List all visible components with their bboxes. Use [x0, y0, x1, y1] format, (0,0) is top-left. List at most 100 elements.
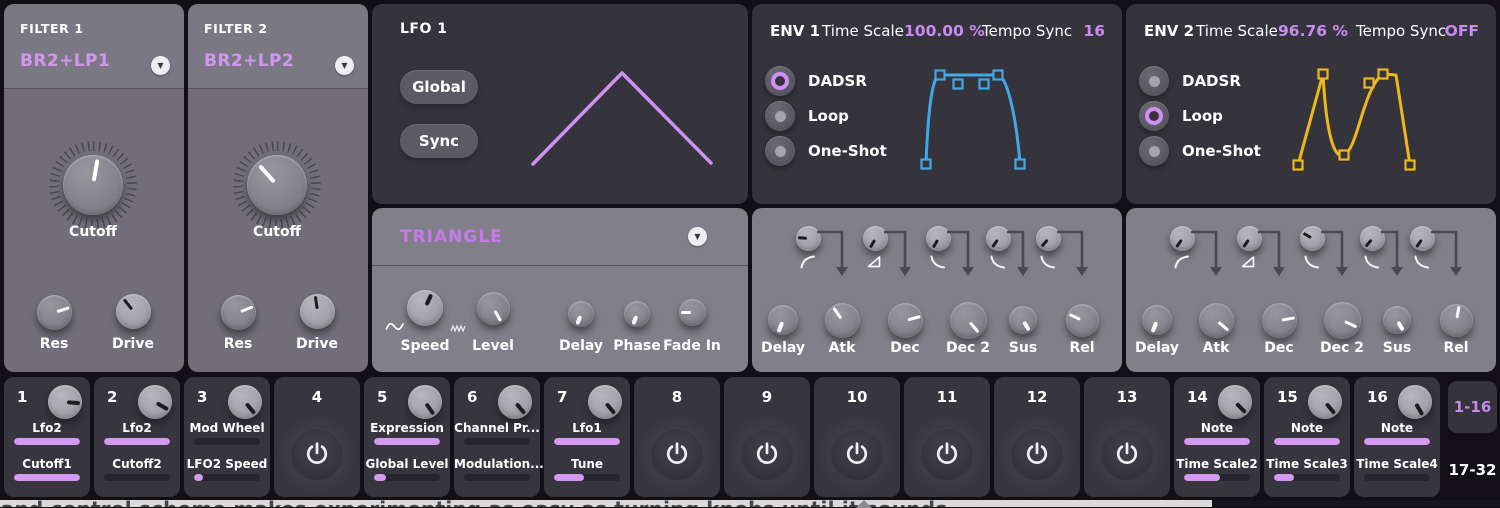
dec-2-knob[interactable] — [950, 302, 987, 339]
macro-slot-amount-slider[interactable] — [104, 474, 170, 481]
phase-knob[interactable] — [624, 301, 650, 327]
filter1-type-dropdown[interactable]: BR2+LP1 — [20, 51, 110, 71]
macro-page-tab-1-16[interactable]: 1-16 — [1448, 381, 1497, 433]
macro-slot-amount-slider[interactable] — [464, 474, 530, 481]
sine-icon — [385, 321, 405, 332]
macro-cell-4: 4 — [274, 377, 360, 497]
knob-label: Cutoff — [253, 224, 301, 240]
macro-slot-amount-slider[interactable] — [374, 474, 440, 481]
rel-knob[interactable] — [1066, 304, 1099, 337]
fade-in-knob[interactable] — [679, 299, 706, 326]
chevron-down-icon[interactable]: ▼ — [688, 227, 707, 246]
rel-knob[interactable] — [1440, 304, 1473, 337]
macro-slot-amount-slider[interactable] — [1274, 438, 1340, 445]
pointer-line — [1325, 403, 1335, 415]
filter1-title: FILTER 1 — [20, 21, 84, 36]
macro-slot-amount-slider[interactable] — [554, 438, 620, 445]
dec-knob[interactable] — [888, 303, 923, 338]
mod-connector-arrow — [1321, 230, 1349, 280]
atk-knob[interactable] — [825, 303, 860, 338]
sus-knob[interactable] — [1383, 306, 1411, 334]
lfo-waveform-display[interactable] — [372, 4, 748, 204]
mod-knob[interactable] — [48, 385, 82, 419]
power-button[interactable] — [741, 428, 793, 480]
sus-knob[interactable] — [1009, 306, 1037, 334]
macro-slot-amount-fill — [374, 474, 386, 481]
macro-slot-amount-slider[interactable] — [194, 438, 260, 445]
macro-page-tab-17-32[interactable]: 17-32 — [1448, 455, 1497, 485]
macro-slot-label: Cutoff1 — [4, 457, 90, 471]
knob-pointer — [58, 150, 128, 220]
macro-slot-amount-slider[interactable] — [1184, 438, 1250, 445]
level-knob[interactable] — [477, 292, 510, 325]
knob-label: Res — [40, 336, 69, 352]
macro-cell-7: 7Lfo1Tune — [544, 377, 630, 497]
power-icon — [754, 441, 780, 467]
mod-knob[interactable] — [588, 385, 622, 419]
delay-knob[interactable] — [568, 301, 594, 327]
macro-slot-amount-slider[interactable] — [374, 438, 440, 445]
dec-knob[interactable] — [1262, 303, 1297, 338]
atk-knob[interactable] — [1199, 303, 1234, 338]
drive-knob[interactable] — [116, 294, 151, 329]
macro-slot-amount-slider[interactable] — [554, 474, 620, 481]
dec-2-knob[interactable] — [1324, 302, 1361, 339]
macro-slot-amount-slider[interactable] — [14, 474, 80, 481]
macro-slot-amount-slider[interactable] — [1274, 474, 1340, 481]
drive-knob[interactable] — [300, 294, 335, 329]
envelope-editor[interactable] — [1126, 4, 1496, 204]
mod-knob[interactable] — [228, 385, 262, 419]
power-button[interactable] — [1011, 428, 1063, 480]
lfo-shape-selector[interactable]: TRIANGLE ▼ — [372, 208, 748, 266]
mod-knob[interactable] — [1308, 385, 1342, 419]
mod-knob[interactable] — [138, 385, 172, 419]
macro-slot-amount-slider[interactable] — [1364, 474, 1430, 481]
pointer-line — [425, 403, 435, 415]
macro-cell-2: 2Lfo2Cutoff2 — [94, 377, 180, 497]
mod-knob[interactable] — [1218, 385, 1252, 419]
power-button[interactable] — [831, 428, 883, 480]
macro-slot-amount-slider[interactable] — [194, 474, 260, 481]
power-button[interactable] — [651, 428, 703, 480]
macro-slot-amount-slider[interactable] — [464, 438, 530, 445]
pointer-line — [605, 403, 615, 415]
macro-cell-12: 12 — [994, 377, 1080, 497]
mod-knob[interactable] — [408, 385, 442, 419]
res-knob[interactable] — [37, 295, 72, 330]
filter2-header[interactable]: FILTER 2 BR2+LP2 ▼ — [188, 4, 368, 89]
speed-knob[interactable] — [407, 290, 443, 326]
delay-knob[interactable] — [1142, 305, 1172, 335]
mod-knob[interactable] — [498, 385, 532, 419]
macro-slot-amount-fill — [194, 474, 203, 481]
cutoff-knob[interactable] — [247, 155, 307, 215]
macro-slot-amount-slider[interactable] — [14, 438, 80, 445]
macro-number: 9 — [724, 388, 810, 406]
chevron-down-icon[interactable]: ▼ — [335, 56, 354, 75]
macro-slot-label: Tune — [544, 457, 630, 471]
curve-shape-icon — [1414, 255, 1430, 269]
envelope-editor[interactable] — [752, 4, 1122, 204]
filter1-header[interactable]: FILTER 1 BR2+LP1 ▼ — [4, 4, 184, 89]
filter2-type-dropdown[interactable]: BR2+LP2 — [204, 51, 294, 71]
mod-connector-arrow — [1258, 230, 1286, 280]
knob-pointer — [1211, 378, 1259, 426]
power-button[interactable] — [921, 428, 973, 480]
macro-number: 16 — [1367, 388, 1388, 406]
curve-shape-icon — [1364, 255, 1380, 269]
res-knob[interactable] — [221, 295, 256, 330]
pointer-line — [632, 315, 638, 325]
macro-slot-label: Mod Wheel — [184, 421, 270, 435]
pointer-line — [1302, 231, 1311, 238]
macro-slot-amount-slider[interactable] — [1184, 474, 1250, 481]
pointer-line — [92, 159, 99, 181]
mod-knob[interactable] — [1398, 385, 1432, 419]
macro-slot-amount-slider[interactable] — [104, 438, 170, 445]
power-button[interactable] — [1101, 428, 1153, 480]
cutoff-knob[interactable] — [63, 155, 123, 215]
delay-knob[interactable] — [768, 305, 798, 335]
macro-slot-amount-slider[interactable] — [1364, 438, 1430, 445]
mod-connector-arrow — [1431, 230, 1463, 280]
macro-cell-8: 8 — [634, 377, 720, 497]
chevron-down-icon[interactable]: ▼ — [151, 56, 170, 75]
power-button[interactable] — [291, 428, 343, 480]
